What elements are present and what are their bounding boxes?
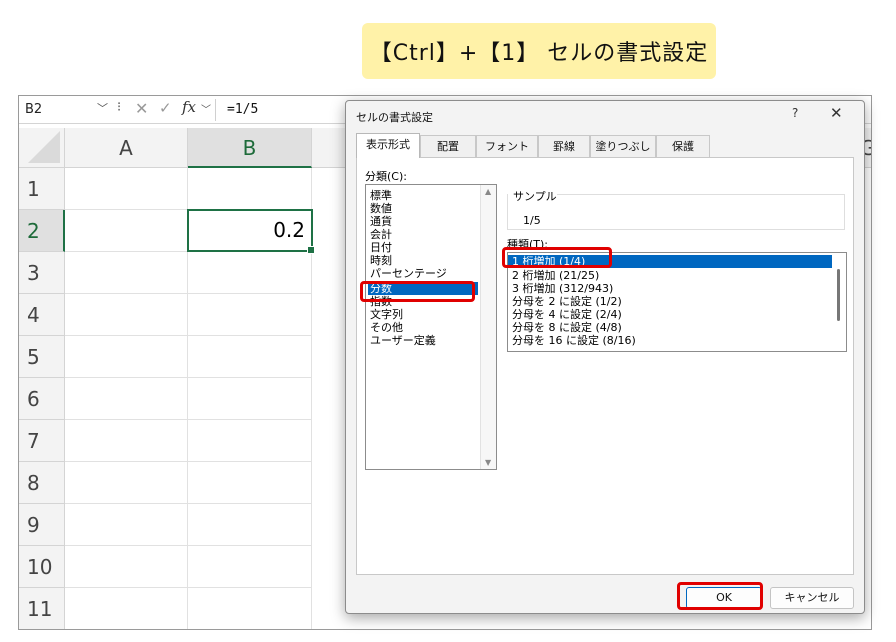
category-item[interactable]: ユーザー定義	[370, 334, 436, 347]
more-options-icon[interactable]: ⁝	[117, 100, 121, 115]
category-item[interactable]: 文字列	[370, 308, 403, 321]
column-header-a[interactable]: A	[65, 128, 188, 168]
type-item[interactable]: 3 桁増加 (312/943)	[512, 282, 613, 295]
row-header-2[interactable]: 2	[19, 210, 65, 252]
cell-b7[interactable]	[188, 420, 312, 462]
row-header-9[interactable]: 9	[19, 504, 65, 546]
ok-button[interactable]: OK	[686, 587, 762, 609]
category-item-selected[interactable]: 分数	[368, 282, 478, 295]
sample-group-border	[557, 194, 845, 195]
tab-fill[interactable]: 塗りつぶし	[590, 135, 656, 157]
tab-alignment[interactable]: 配置	[420, 135, 476, 157]
category-item[interactable]: 日付	[370, 241, 392, 254]
category-item[interactable]: 時刻	[370, 254, 392, 267]
cell-a7[interactable]	[65, 420, 188, 462]
cancel-entry-icon[interactable]: ✕	[135, 99, 148, 118]
cell-b3[interactable]	[188, 252, 312, 294]
category-item[interactable]: 通貨	[370, 215, 392, 228]
name-box-dropdown-icon[interactable]: ﹀	[97, 100, 108, 116]
type-item[interactable]: 分母を 4 に設定 (2/4)	[512, 308, 622, 321]
formula-input[interactable]: =1/5	[227, 102, 258, 117]
type-item[interactable]: 分母を 2 に設定 (1/2)	[512, 295, 622, 308]
cell-a8[interactable]	[65, 462, 188, 504]
type-list-scroll-thumb[interactable]	[837, 269, 840, 321]
cell-a2[interactable]	[65, 210, 188, 252]
type-item[interactable]: 2 桁増加 (21/25)	[512, 269, 599, 282]
cancel-button[interactable]: キャンセル	[770, 587, 854, 609]
row-header-8[interactable]: 8	[19, 462, 65, 504]
row-header-3[interactable]: 3	[19, 252, 65, 294]
tab-border[interactable]: 罫線	[538, 135, 590, 157]
column-header-b[interactable]: B	[188, 128, 312, 168]
help-icon[interactable]: ?	[792, 106, 798, 120]
category-item[interactable]: 数値	[370, 202, 392, 215]
cell-b5[interactable]	[188, 336, 312, 378]
insert-function-icon[interactable]: fx	[182, 98, 196, 116]
category-list[interactable]: 標準 数値 通貨 会計 日付 時刻 パーセンテージ 分数 指数 文字列 その他 …	[365, 184, 497, 470]
tab-font[interactable]: フォント	[476, 135, 538, 157]
cell-b10[interactable]	[188, 546, 312, 588]
number-format-panel: 分類(C): 標準 数値 通貨 会計 日付 時刻 パーセンテージ 分数 指数 文…	[356, 157, 854, 575]
cell-a5[interactable]	[65, 336, 188, 378]
category-item[interactable]: 指数	[370, 295, 392, 308]
row-header-11[interactable]: 11	[19, 588, 65, 629]
type-item[interactable]: 分母を 16 に設定 (8/16)	[512, 334, 636, 347]
cell-b1[interactable]	[188, 168, 312, 210]
name-box[interactable]: B2	[25, 102, 42, 117]
type-item[interactable]: 分母を 8 に設定 (4/8)	[512, 321, 622, 334]
category-item[interactable]: パーセンテージ	[370, 267, 447, 280]
formula-bar-divider	[215, 99, 216, 121]
cell-a10[interactable]	[65, 546, 188, 588]
cell-a6[interactable]	[65, 378, 188, 420]
instruction-banner: 【Ctrl】+【1】 セルの書式設定	[362, 23, 716, 79]
row-header-5[interactable]: 5	[19, 336, 65, 378]
select-all-corner[interactable]	[19, 128, 65, 168]
row-header-4[interactable]: 4	[19, 294, 65, 336]
row-header-10[interactable]: 10	[19, 546, 65, 588]
cell-a1[interactable]	[65, 168, 188, 210]
row-header-6[interactable]: 6	[19, 378, 65, 420]
category-item[interactable]: その他	[370, 321, 403, 334]
cell-b6[interactable]	[188, 378, 312, 420]
cell-a4[interactable]	[65, 294, 188, 336]
type-item-selected[interactable]: 1 桁増加 (1/4)	[508, 255, 832, 268]
scroll-down-icon[interactable]: ▼	[485, 458, 491, 467]
cell-a3[interactable]	[65, 252, 188, 294]
cell-b2-active[interactable]: 0.2	[187, 209, 315, 254]
confirm-entry-icon[interactable]: ✓	[159, 99, 172, 117]
scroll-up-icon[interactable]: ▲	[485, 187, 491, 196]
cell-a11[interactable]	[65, 588, 188, 629]
cell-b11[interactable]	[188, 588, 312, 629]
category-item[interactable]: 会計	[370, 228, 392, 241]
cell-b8[interactable]	[188, 462, 312, 504]
tab-protection[interactable]: 保護	[656, 135, 710, 157]
row-header-7[interactable]: 7	[19, 420, 65, 462]
cell-a9[interactable]	[65, 504, 188, 546]
cell-b9[interactable]	[188, 504, 312, 546]
category-label: 分類(C):	[365, 170, 407, 183]
function-dropdown-icon[interactable]: ﹀	[201, 101, 211, 116]
sample-value: 1/5	[523, 214, 541, 227]
dialog-title: セルの書式設定	[356, 111, 433, 124]
category-item[interactable]: 標準	[370, 189, 392, 202]
type-list[interactable]: 1 桁増加 (1/4) 2 桁増加 (21/25) 3 桁増加 (312/943…	[507, 252, 847, 352]
category-scrollbar[interactable]: ▲ ▼	[480, 185, 496, 469]
cell-b4[interactable]	[188, 294, 312, 336]
format-cells-dialog: セルの書式設定 ? ✕ 表示形式 配置 フォント 罫線 塗りつぶし 保護 分類(…	[345, 100, 865, 614]
row-header-1[interactable]: 1	[19, 168, 65, 210]
sample-group	[507, 194, 845, 230]
close-icon[interactable]: ✕	[830, 104, 843, 122]
tab-number[interactable]: 表示形式	[356, 133, 420, 158]
sample-label: サンプル	[513, 190, 557, 203]
type-label: 種類(T):	[507, 238, 549, 251]
